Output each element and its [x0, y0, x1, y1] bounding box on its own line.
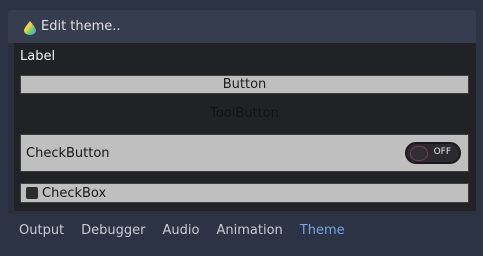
tab-output[interactable]: Output: [19, 223, 64, 238]
theme-droplet-icon: [24, 20, 36, 35]
tab-audio[interactable]: Audio: [163, 223, 200, 238]
tab-animation[interactable]: Animation: [216, 223, 282, 238]
tab-debugger[interactable]: Debugger: [81, 223, 145, 238]
preview-button[interactable]: Button: [20, 75, 469, 94]
switch-state-text: OFF: [433, 147, 451, 157]
toggle-switch[interactable]: OFF: [405, 142, 461, 164]
checkbutton-label: CheckButton: [26, 145, 110, 161]
bottom-panel-tabs: Output Debugger Audio Animation Theme: [0, 218, 483, 242]
switch-knob: [410, 145, 428, 161]
window-title: Edit theme..: [41, 19, 121, 34]
preview-toolbutton[interactable]: ToolButton: [20, 103, 469, 125]
checkbox-square-icon[interactable]: [26, 187, 38, 199]
tab-theme[interactable]: Theme: [300, 223, 345, 238]
preview-checkbutton[interactable]: CheckButton OFF: [20, 134, 469, 172]
preview-label: Label: [20, 49, 56, 64]
checkbox-label: CheckBox: [42, 185, 107, 201]
title-bar: Edit theme..: [8, 10, 476, 43]
preview-checkbox[interactable]: CheckBox: [20, 183, 469, 203]
